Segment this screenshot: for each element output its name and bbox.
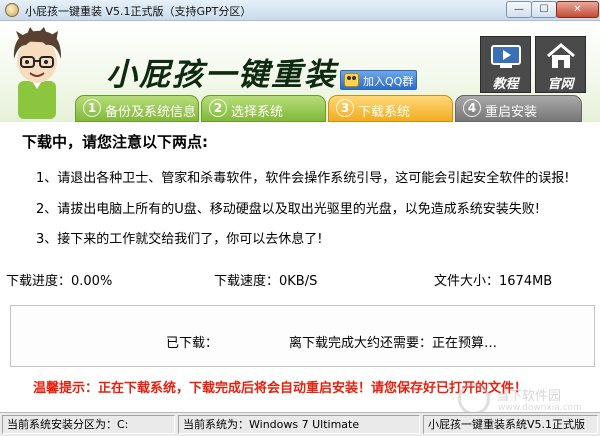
step-label: 备份及系统信息 xyxy=(105,105,197,120)
brand-title: 小屁孩一键重装 xyxy=(106,57,337,93)
watermark-text: 当下软件园 xyxy=(496,389,562,404)
status-bar: 当前系统安装分区为：C: 当前系统为：Windows 7 Ultimate 小屁… xyxy=(0,412,600,436)
mascot-avatar xyxy=(13,27,62,119)
notice-item: 2、请拔出电脑上所有的U盘、移动硬盘以及取出光驱里的光盘，以免造成系统安装失败! xyxy=(36,202,540,217)
notice-title: 下载中，请您注意以下两点: xyxy=(22,133,208,151)
step-number: 3 xyxy=(336,99,354,117)
close-button[interactable]: ✕ xyxy=(556,1,599,18)
video-play-icon xyxy=(491,45,521,68)
official-site-label: 官网 xyxy=(547,77,574,92)
join-qq-group-button[interactable]: 加入QQ群 xyxy=(340,70,417,90)
tutorial-label: 教程 xyxy=(492,77,519,92)
notice-item: 3、接下来的工作就交给我们了，你可以去休息了! xyxy=(36,232,323,247)
status-current-os: 当前系统为：Windows 7 Ultimate xyxy=(178,415,420,434)
title-bar[interactable]: 小屁孩一键重装 V5.1正式版（支持GPT分区） — ☐ ✕ xyxy=(0,0,600,21)
house-icon xyxy=(547,43,575,68)
step-backup-system-info: 1 备份及系统信息 xyxy=(75,95,199,122)
step-download-system: 3 下载系统 xyxy=(328,95,453,122)
watermark-circle-icon xyxy=(458,383,490,415)
step-label: 选择系统 xyxy=(231,105,284,120)
tutorial-button[interactable]: 教程 xyxy=(480,36,531,93)
step-number: 4 xyxy=(463,99,481,117)
step-number: 1 xyxy=(83,99,101,117)
maximize-icon: ☐ xyxy=(539,4,549,15)
download-speed-text: 下载速度：0KB/S xyxy=(214,274,318,289)
step-reboot-install: 4 重启安装 xyxy=(455,95,582,122)
step-label: 重启安装 xyxy=(485,105,538,120)
close-icon: ✕ xyxy=(573,4,582,15)
step-select-system: 2 选择系统 xyxy=(201,95,326,122)
downloaded-label: 已下载： xyxy=(166,336,219,351)
status-install-partition: 当前系统安装分区为：C: xyxy=(2,415,175,434)
remaining-time-text: 离下载完成大约还需要：正在预算… xyxy=(289,336,498,351)
status-version: 小屁孩一键重装系统V5.1正式版 xyxy=(423,415,598,434)
app-icon xyxy=(5,3,19,17)
maximize-button[interactable]: ☐ xyxy=(531,1,557,18)
step-number: 2 xyxy=(209,99,227,117)
warm-tip: 温馨提示：正在下载系统，下载完成后将会自动重启安装！请您保存好已打开的文件！ xyxy=(33,381,528,396)
minimize-icon: — xyxy=(514,4,524,15)
notice-item: 1、请退出各种卫士、管家和杀毒软件，软件会操作系统引导，这可能会引起安全软件的误… xyxy=(36,171,570,186)
window-title: 小屁孩一键重装 V5.1正式版（支持GPT分区） xyxy=(25,5,252,18)
minimize-button[interactable]: — xyxy=(506,1,532,18)
official-site-button[interactable]: 官网 xyxy=(535,36,586,93)
qq-icon xyxy=(344,73,359,87)
download-progress-text: 下载进度：0.00% xyxy=(6,274,113,289)
file-size-text: 文件大小：1674MB xyxy=(434,274,553,289)
step-label: 下载系统 xyxy=(358,105,411,120)
join-qq-group-label: 加入QQ群 xyxy=(363,75,414,88)
